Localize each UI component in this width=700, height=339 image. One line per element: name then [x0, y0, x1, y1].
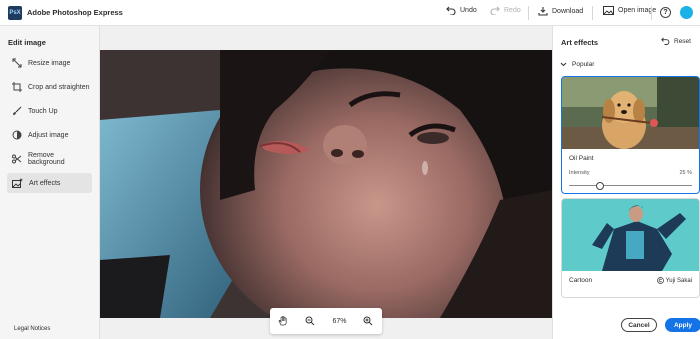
intensity-value: 25 %: [679, 170, 692, 176]
sidebar-item-art-effects[interactable]: Art effects: [7, 173, 92, 193]
zoom-in-icon[interactable]: [363, 316, 373, 326]
effect-card-oil-paint[interactable]: Oil Paint Intensity 25 %: [561, 76, 700, 194]
image-canvas[interactable]: 67%: [100, 26, 552, 339]
undo-icon: [446, 6, 456, 15]
effect-footer: Cartoon Yuji Sakai: [562, 277, 699, 284]
redo-label: Redo: [504, 7, 521, 14]
sidebar-title: Edit image: [8, 38, 46, 47]
app-logo: PsX: [8, 5, 22, 20]
reset-label: Reset: [674, 37, 691, 45]
effect-card-cartoon[interactable]: Cartoon Yuji Sakai: [561, 198, 700, 298]
top-bar: PsX Adobe Photoshop Express Undo Redo Do…: [0, 0, 700, 26]
header-divider: [651, 6, 652, 20]
crop-icon: [12, 82, 22, 92]
sidebar-item-adjust-image[interactable]: Adjust image: [7, 125, 92, 145]
sidebar-item-label: Remove background: [28, 152, 65, 166]
panel-footer: Cancel Apply: [553, 312, 700, 339]
sidebar-item-label: Resize image: [28, 59, 71, 67]
section-label: Popular: [572, 61, 595, 68]
header-divider: [528, 6, 529, 20]
brush-icon: [13, 106, 22, 115]
sidebar-item-label: Touch Up: [28, 107, 58, 115]
avatar[interactable]: [680, 6, 693, 19]
effect-name: Oil Paint: [569, 155, 594, 162]
effects-list: Oil Paint Intensity 25 % Cartoon Yuji Sa…: [561, 76, 700, 334]
resize-icon: [12, 58, 22, 68]
art-effects-panel: Art effects Reset Popular Oil Paint Inte…: [552, 26, 700, 339]
effect-name: Cartoon: [569, 277, 593, 284]
effect-thumbnail: [562, 77, 699, 149]
open-image-button[interactable]: Open image: [603, 6, 656, 15]
redo-button[interactable]: Redo: [490, 6, 521, 15]
slider-handle[interactable]: [595, 181, 604, 190]
chevron-down-icon: [560, 62, 567, 67]
app-title: Adobe Photoshop Express: [27, 8, 123, 17]
panel-title: Art effects: [561, 38, 599, 47]
section-popular[interactable]: Popular: [560, 61, 594, 68]
reset-icon: [661, 37, 670, 45]
scissors-icon: [12, 154, 22, 164]
help-icon[interactable]: ?: [660, 7, 671, 18]
effect-thumbnail: [562, 199, 699, 271]
redo-icon: [490, 6, 500, 15]
undo-label: Undo: [460, 7, 477, 14]
edit-sidebar: Edit image Resize image Crop and straigh…: [0, 26, 100, 339]
credit-name: Yuji Sakai: [665, 277, 692, 284]
sidebar-item-label: Art effects: [29, 179, 61, 187]
legal-notices-link[interactable]: Legal Notices: [14, 326, 50, 332]
art-effects-icon: [12, 178, 23, 188]
sidebar-item-remove-background[interactable]: Remove background: [7, 149, 92, 169]
reset-button[interactable]: Reset: [661, 37, 691, 45]
sidebar-item-touch-up[interactable]: Touch Up: [7, 101, 92, 121]
zoom-toolbar: 67%: [270, 308, 382, 334]
download-label: Download: [552, 7, 584, 15]
intensity-label: Intensity: [569, 170, 590, 176]
sidebar-item-resize-image[interactable]: Resize image: [7, 53, 92, 73]
zoom-level: 67%: [332, 317, 347, 325]
apply-button[interactable]: Apply: [665, 318, 700, 332]
sidebar-item-crop[interactable]: Crop and straighten: [7, 77, 92, 97]
intensity-row: Intensity 25 %: [562, 170, 699, 176]
sidebar-item-label: Adjust image: [28, 131, 69, 139]
adjust-icon: [12, 130, 22, 140]
edited-photo: [100, 50, 552, 318]
photo-credit: Yuji Sakai: [656, 277, 692, 284]
image-icon: [603, 6, 614, 15]
download-icon: [538, 7, 548, 16]
undo-button[interactable]: Undo: [446, 6, 477, 15]
cancel-button[interactable]: Cancel: [621, 318, 657, 332]
zoom-out-icon[interactable]: [305, 316, 315, 326]
app-window: PsX Adobe Photoshop Express Undo Redo Do…: [0, 0, 700, 339]
intensity-slider[interactable]: [569, 181, 692, 190]
sidebar-item-label: Crop and straighten: [28, 83, 90, 91]
copyright-icon: [656, 277, 664, 284]
download-button[interactable]: Download: [538, 6, 583, 16]
hand-icon[interactable]: [278, 316, 288, 326]
header-divider: [592, 6, 593, 20]
